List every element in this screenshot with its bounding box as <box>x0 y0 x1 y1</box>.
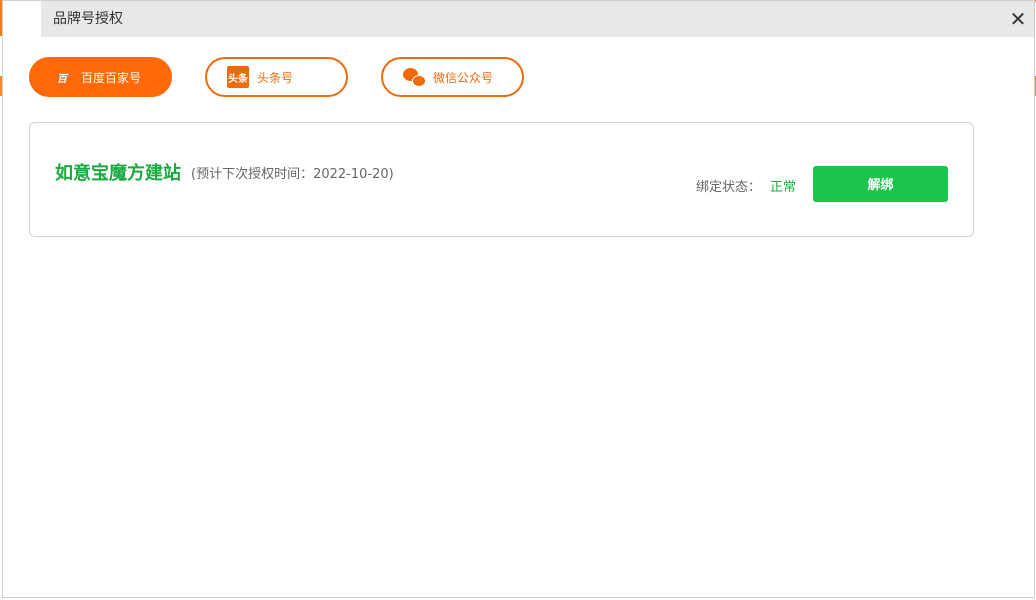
tab-toutiao[interactable]: 头条 头条号 <box>205 57 348 97</box>
close-icon[interactable]: ✕ <box>1008 9 1028 29</box>
account-card: 如意宝魔方建站 (预计下次授权时间：2022-10-20) 绑定状态： 正常 解… <box>29 122 974 237</box>
tab-baidu-baijiahao[interactable]: 百 百度百家号 <box>29 57 172 97</box>
toutiao-icon: 头条 <box>227 66 249 88</box>
baidu-baijia-icon: 百 <box>57 73 67 85</box>
tab-label: 微信公众号 <box>433 70 494 85</box>
site-name: 如意宝魔方建站 <box>55 163 181 184</box>
titlebar: 品牌号授权 ✕ <box>41 1 1034 37</box>
brand-authorization-dialog: 品牌号授权 ✕ 百 百度百家号 头条 头条号 微信公众号 如意宝魔方建站 (预计… <box>2 0 1035 598</box>
wechat-icon <box>403 66 426 88</box>
binding-status-value: 正常 <box>770 180 797 195</box>
binding-status-label: 绑定状态： <box>696 180 762 195</box>
tab-label: 百度百家号 <box>81 70 142 85</box>
tab-label: 头条号 <box>257 70 294 85</box>
unbind-button[interactable]: 解绑 <box>813 166 948 202</box>
next-authorization-note: (预计下次授权时间：2022-10-20) <box>191 167 394 182</box>
tab-wechat-official[interactable]: 微信公众号 <box>381 57 524 97</box>
dialog-title: 品牌号授权 <box>53 11 123 27</box>
